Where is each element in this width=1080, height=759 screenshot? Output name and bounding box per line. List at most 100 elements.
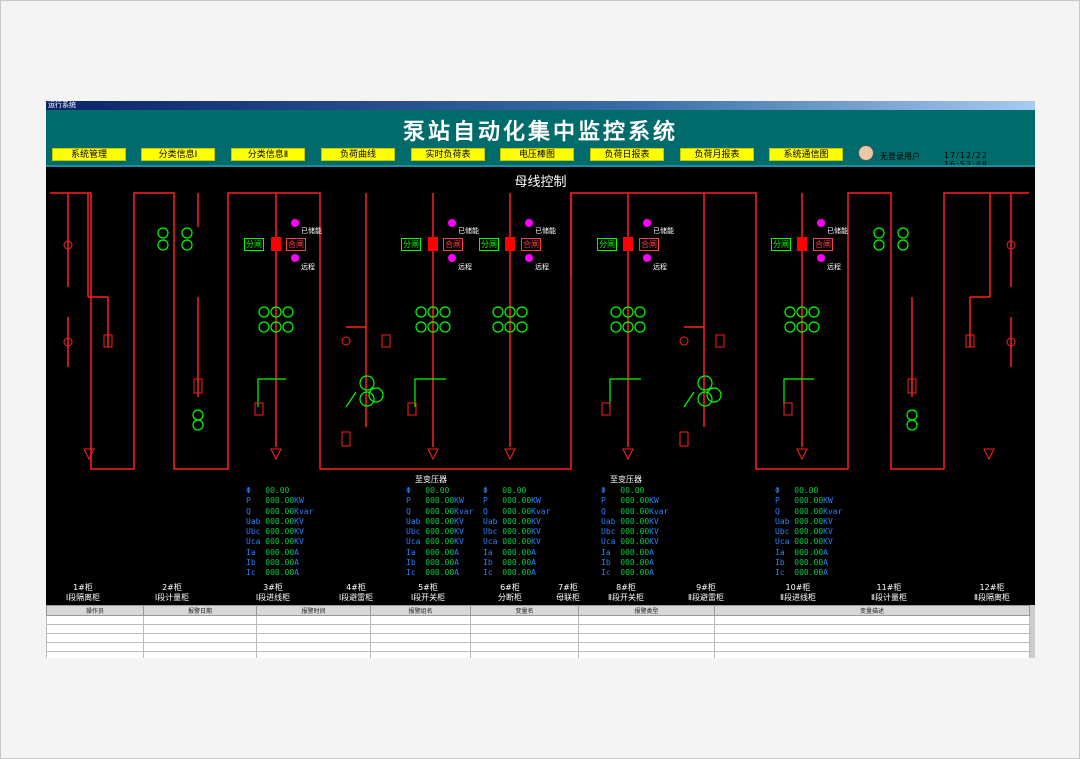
nav-button-system-management[interactable]: 系统管理 <box>52 148 126 161</box>
stored-label-3: 已储能 <box>301 227 322 235</box>
column-alarm-type[interactable]: 报警类型 <box>578 605 715 616</box>
measurement-row: Uca 000.00KV <box>483 537 541 547</box>
measurement-block-5: Φ 00.00 P 000.00KW Q 000.00Kvar Uab 000.00K… <box>406 486 473 579</box>
measurement-row: Ib 000.00A <box>246 558 299 568</box>
measurement-block-3: Φ 00.00 P 000.00KW Q 000.00Kvar Uab 000.00K… <box>246 486 313 579</box>
measurement-row: Ib 000.00A <box>601 558 654 568</box>
close-button-10[interactable]: 合闸 <box>813 238 833 251</box>
measurement-row: Uca 000.00KV <box>775 537 833 547</box>
measurement-row: P 000.00KW <box>246 496 304 506</box>
stored-label-8: 已储能 <box>653 227 674 235</box>
measurement-row: Uab 000.00KV <box>601 516 659 526</box>
table-row[interactable] <box>46 615 1030 625</box>
measurement-row: P 000.00KW <box>406 496 464 506</box>
nav-button-daily-report[interactable]: 负荷日报表 <box>590 148 664 161</box>
open-button-10[interactable]: 分闸 <box>771 238 791 251</box>
open-button-5[interactable]: 分闸 <box>401 238 421 251</box>
user-avatar-icon[interactable] <box>858 145 874 161</box>
measurement-row: Uab 000.00KV <box>246 516 304 526</box>
cabinet-label-4: 4#柜 Ⅰ段避雷柜 <box>338 583 374 602</box>
measurement-row: Φ 00.00 <box>406 486 450 495</box>
cabinet-label-9: 9#柜 Ⅱ段避雷柜 <box>688 583 724 602</box>
column-alarm-date[interactable]: 报警日期 <box>143 605 257 616</box>
table-row[interactable] <box>46 633 1030 643</box>
close-button-8[interactable]: 合闸 <box>639 238 659 251</box>
measurement-row: Ia 000.00A <box>406 547 459 557</box>
remote-label-5: 远程 <box>458 263 472 271</box>
measurement-block-8: Φ 00.00 P 000.00KW Q 000.00Kvar Uab 000.00K… <box>601 486 668 579</box>
table-row[interactable] <box>46 651 1030 658</box>
measurement-row: Uca 000.00KV <box>406 537 464 547</box>
measurement-row: P 000.00KW <box>775 496 833 506</box>
measurement-row: Q 000.00Kvar <box>246 506 314 516</box>
nav-button-category-info-1[interactable]: 分类信息Ⅰ <box>141 148 215 161</box>
remote-label-8: 远程 <box>653 263 667 271</box>
measurement-row: Ubc 000.00KV <box>601 527 659 537</box>
nav-button-category-info-2[interactable]: 分类信息Ⅱ <box>231 148 305 161</box>
app-header: 泵站自动化集中监控系统 系统管理 分类信息Ⅰ 分类信息Ⅱ 负荷曲线 实时负荷表 … <box>46 110 1035 169</box>
alarm-table[interactable]: 操作员 报警日期 报警时间 报警组名 变量名 报警类型 变量描述 <box>46 605 1035 658</box>
close-button-6[interactable]: 合闸 <box>521 238 541 251</box>
measurement-row: Φ 00.00 <box>483 486 527 495</box>
remote-label-3: 远程 <box>301 263 315 271</box>
close-button-5[interactable]: 合闸 <box>443 238 463 251</box>
column-variable-name[interactable]: 变量名 <box>470 605 579 616</box>
column-alarm-time[interactable]: 报警时间 <box>256 605 371 616</box>
measurement-row: Φ 00.00 <box>775 486 819 495</box>
scada-window: 运行系统 泵站自动化集中监控系统 系统管理 分类信息Ⅰ 分类信息Ⅱ 负荷曲线 实… <box>46 101 1035 658</box>
measurement-row: Q 000.00Kvar <box>601 506 669 516</box>
cabinet-label-2: 2#柜 Ⅰ段计量柜 <box>154 583 190 602</box>
measurement-row: Uab 000.00KV <box>775 516 833 526</box>
to-transformer-label-5: 至变压器 <box>415 475 447 484</box>
table-row[interactable] <box>46 624 1030 634</box>
measurement-row: Uca 000.00KV <box>246 537 304 547</box>
open-button-3[interactable]: 分闸 <box>244 238 264 251</box>
table-row[interactable] <box>46 642 1030 652</box>
open-button-6[interactable]: 分闸 <box>479 238 499 251</box>
cabinet-label-5: 5#柜 Ⅰ段开关柜 <box>410 583 446 602</box>
cabinet-label-1: 1#柜 Ⅰ段隔离柜 <box>65 583 101 602</box>
measurement-row: Ic 000.00A <box>246 568 299 578</box>
measurement-row: Ib 000.00A <box>406 558 459 568</box>
stored-label-5: 已储能 <box>458 227 479 235</box>
indicator-lamp-icons <box>291 219 825 262</box>
measurement-row: Φ 00.00 <box>601 486 645 495</box>
measurement-row: Ic 000.00A <box>775 568 828 578</box>
nav-button-comm-diagram[interactable]: 系统通信图 <box>769 148 843 161</box>
measurement-row: Ia 000.00A <box>246 547 299 557</box>
measurement-row: P 000.00KW <box>483 496 541 506</box>
nav-button-realtime-load[interactable]: 实时负荷表 <box>411 148 485 161</box>
column-alarm-group[interactable]: 报警组名 <box>370 605 471 616</box>
measurement-block-10: Φ 00.00 P 000.00KW Q 000.00Kvar Uab 000.00K… <box>775 486 842 579</box>
nav-button-voltage-bar[interactable]: 电压棒图 <box>500 148 574 161</box>
measurement-row: Q 000.00Kvar <box>483 506 551 516</box>
measurement-row: Ic 000.00A <box>601 568 654 578</box>
cabinet-label-3: 3#柜 Ⅰ段进线柜 <box>255 583 291 602</box>
column-operator[interactable]: 操作员 <box>46 605 144 616</box>
measurement-row: Ubc 000.00KV <box>775 527 833 537</box>
measurement-row: Ubc 000.00KV <box>483 527 541 537</box>
measurement-row: Ia 000.00A <box>483 547 536 557</box>
nav-button-load-curve[interactable]: 负荷曲线 <box>321 148 395 161</box>
open-button-8[interactable]: 分闸 <box>597 238 617 251</box>
measurement-row: Q 000.00Kvar <box>775 506 843 516</box>
cabinet-label-10: 10#柜 Ⅱ段进线柜 <box>780 583 816 602</box>
measurement-row: Uab 000.00KV <box>483 516 541 526</box>
alarm-scrollbar[interactable] <box>1030 605 1035 658</box>
measurement-row: Ib 000.00A <box>775 558 828 568</box>
window-titlebar: 运行系统 <box>46 101 1035 110</box>
measurement-row: Φ 00.00 <box>246 486 290 495</box>
column-variable-description[interactable]: 变量描述 <box>714 605 1030 616</box>
nav-button-monthly-report[interactable]: 负荷月报表 <box>680 148 754 161</box>
measurement-row: Ib 000.00A <box>483 558 536 568</box>
measurement-row: Ic 000.00A <box>483 568 536 578</box>
measurement-row: Ia 000.00A <box>775 547 828 557</box>
close-button-3[interactable]: 合闸 <box>286 238 306 251</box>
app-title: 泵站自动化集中监控系统 <box>402 119 678 145</box>
cabinet-label-8: 8#柜 Ⅱ段开关柜 <box>608 583 644 602</box>
remote-label-10: 远程 <box>827 263 841 271</box>
measurement-row: Ia 000.00A <box>601 547 654 557</box>
current-transformer-icons <box>157 227 918 431</box>
measurement-row: Uca 000.00KV <box>601 537 659 547</box>
measurement-row: Ic 000.00A <box>406 568 459 578</box>
